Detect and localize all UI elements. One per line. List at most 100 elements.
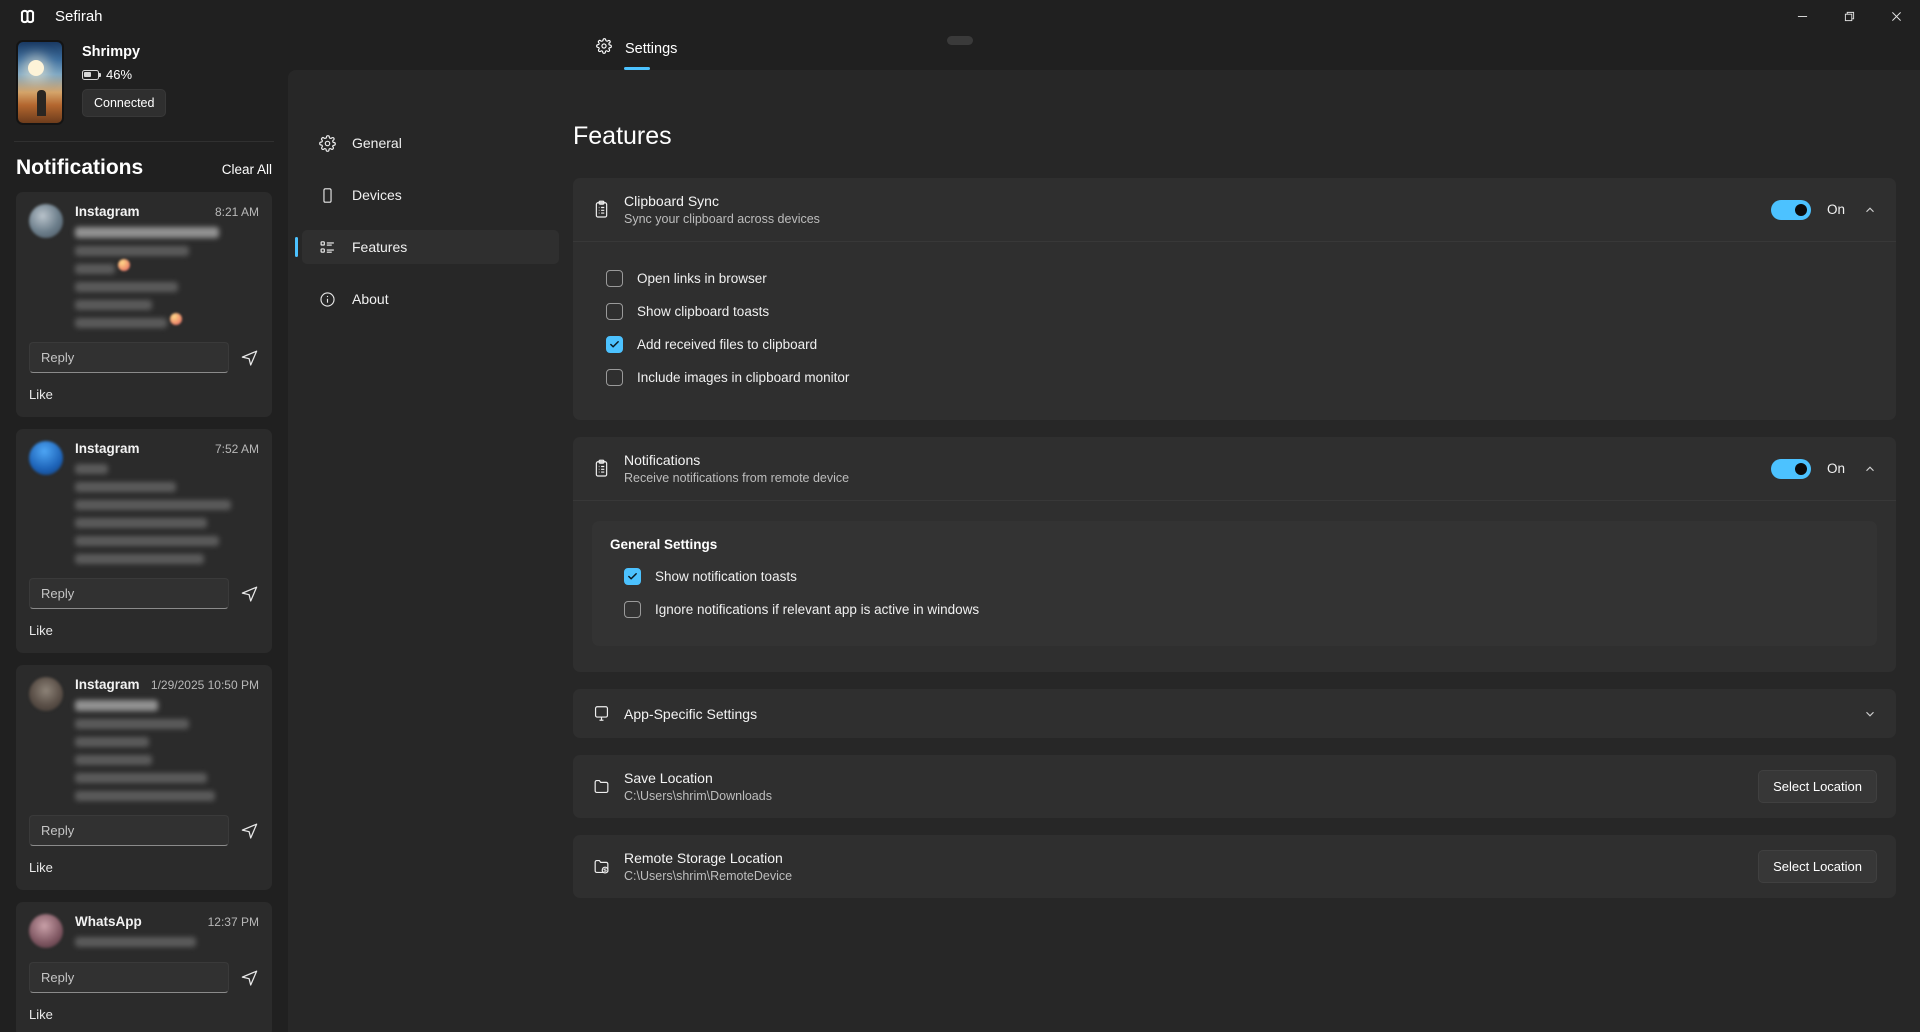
- sidebar-item-label: About: [352, 291, 389, 307]
- notification-message-line: [75, 791, 215, 802]
- reply-input[interactable]: [29, 578, 229, 610]
- notification-timestamp: 7:52 AM: [214, 442, 259, 457]
- checkbox-label: Ignore notifications if relevant app is …: [655, 602, 980, 617]
- clipboard-sync-subtitle: Sync your clipboard across devices: [624, 212, 820, 226]
- notification-message-line: [75, 318, 167, 329]
- notifications-feature-header[interactable]: Notifications Receive notifications from…: [573, 437, 1896, 500]
- save-location-select-button[interactable]: Select Location: [1758, 770, 1877, 803]
- avatar: [29, 204, 63, 238]
- gear-icon: [318, 134, 336, 152]
- checkbox-row[interactable]: Open links in browser: [592, 262, 1877, 295]
- remote-storage-location-path: C:\Users\shrim\RemoteDevice: [624, 869, 793, 883]
- sidebar-item-general[interactable]: General: [302, 126, 559, 160]
- emoji-icon: [170, 313, 182, 326]
- sidebar-item-features[interactable]: Features: [295, 230, 559, 264]
- device-name: Shrimpy: [82, 44, 141, 60]
- checkbox-icon[interactable]: [624, 601, 641, 618]
- clipboard-icon: [592, 459, 618, 478]
- tab-active-indicator: [623, 67, 650, 70]
- connection-status-badge[interactable]: Connected: [82, 89, 167, 117]
- like-button[interactable]: Like: [29, 860, 53, 875]
- chevron-up-icon[interactable]: [1863, 462, 1877, 476]
- reply-input[interactable]: [29, 342, 229, 374]
- notification-message-line: [75, 246, 190, 256]
- notifications-feature-title: Notifications: [624, 452, 701, 468]
- device-wallpaper-thumbnail: [16, 40, 64, 125]
- reply-input[interactable]: [29, 815, 229, 847]
- checkbox-row[interactable]: Add received files to clipboard: [592, 328, 1877, 361]
- clipboard-sync-title: Clipboard Sync: [624, 193, 719, 209]
- sidebar-item-label: Devices: [352, 187, 402, 203]
- checkbox-icon[interactable]: [606, 270, 623, 287]
- notifications-list[interactable]: Instagram 8:21 AM Like Instagram 7:52 AM Like…: [0, 192, 288, 1032]
- notification-message-line: [75, 700, 158, 712]
- send-icon[interactable]: [239, 347, 259, 369]
- left-panel: Shrimpy 46% Connected Notifications Clea…: [0, 32, 288, 1032]
- clear-all-button[interactable]: Clear All: [222, 162, 272, 177]
- settings-panel: General Devices Features About Features …: [288, 70, 1920, 1032]
- chevron-up-icon[interactable]: [1863, 203, 1877, 217]
- notification-message-line: [75, 282, 179, 293]
- remote-storage-location-title: Remote Storage Location: [624, 850, 783, 866]
- send-icon[interactable]: [239, 820, 259, 842]
- device-battery: 46%: [82, 67, 166, 82]
- sefirah-logo-icon: [18, 7, 37, 26]
- checkbox-checked-icon[interactable]: [606, 336, 623, 353]
- notification-card[interactable]: Instagram 8:21 AM Like: [16, 192, 272, 418]
- notification-message-line: [75, 737, 149, 748]
- clipboard-sync-header[interactable]: Clipboard Sync Sync your clipboard acros…: [573, 178, 1896, 241]
- notifications-feature-toggle-state: On: [1827, 461, 1846, 476]
- notification-card[interactable]: WhatsApp 12:37 PM Like: [16, 902, 272, 1032]
- notification-card[interactable]: Instagram 1/29/2025 10:50 PM Like: [16, 665, 272, 891]
- checkbox-icon[interactable]: [606, 369, 623, 386]
- sidebar-item-devices[interactable]: Devices: [302, 178, 559, 212]
- title-bar: Sefirah: [0, 0, 1920, 32]
- battery-icon: [82, 69, 102, 80]
- send-icon[interactable]: [239, 967, 259, 989]
- notification-app-name: WhatsApp: [75, 914, 142, 930]
- clipboard-sync-toggle[interactable]: [1771, 199, 1811, 220]
- settings-content: Features Clipboard Sync Sync your clipbo…: [573, 70, 1920, 1032]
- like-button[interactable]: Like: [29, 387, 53, 402]
- send-icon[interactable]: [239, 583, 259, 605]
- avatar: [29, 677, 63, 712]
- notification-message-line: [75, 518, 208, 529]
- notification-message-line: [75, 500, 232, 511]
- checkbox-icon[interactable]: [606, 303, 623, 320]
- notifications-feature-expanded: General Settings Show notification toast…: [573, 500, 1896, 672]
- window-drag-handle[interactable]: [947, 36, 973, 45]
- chevron-down-icon[interactable]: [1863, 707, 1877, 721]
- phone-icon: [318, 187, 336, 204]
- checkbox-row[interactable]: Show notification toasts: [610, 560, 1859, 593]
- sidebar-item-label: Features: [352, 239, 408, 255]
- notification-message-line: [75, 536, 219, 547]
- clipboard-sync-toggle-state: On: [1827, 202, 1846, 217]
- minimize-button[interactable]: [1779, 0, 1826, 32]
- like-button[interactable]: Like: [29, 1007, 53, 1022]
- tab-settings[interactable]: Settings: [596, 38, 677, 70]
- remote-storage-select-button[interactable]: Select Location: [1758, 850, 1877, 883]
- battery-percent: 46%: [106, 67, 133, 82]
- sidebar-item-about[interactable]: About: [302, 282, 559, 316]
- maximize-button[interactable]: [1826, 0, 1873, 32]
- avatar: [29, 914, 63, 949]
- checkbox-label: Show clipboard toasts: [637, 304, 770, 319]
- checkbox-row[interactable]: Include images in clipboard monitor: [592, 361, 1877, 394]
- checkbox-checked-icon[interactable]: [624, 568, 641, 585]
- avatar: [29, 441, 63, 476]
- tab-settings-label: Settings: [625, 40, 678, 57]
- notification-card[interactable]: Instagram 7:52 AM Like: [16, 429, 272, 654]
- checkbox-label: Add received files to clipboard: [637, 337, 818, 352]
- checkbox-label: Include images in clipboard monitor: [637, 370, 850, 385]
- checkbox-row[interactable]: Show clipboard toasts: [592, 295, 1877, 328]
- notifications-feature-subtitle: Receive notifications from remote device: [624, 471, 850, 485]
- page-title: Features: [573, 122, 672, 150]
- window-controls: [1779, 0, 1920, 32]
- checkbox-row[interactable]: Ignore notifications if relevant app is …: [610, 593, 1859, 626]
- app-specific-settings-row[interactable]: App-Specific Settings: [573, 689, 1896, 738]
- close-button[interactable]: [1873, 0, 1920, 32]
- like-button[interactable]: Like: [29, 623, 53, 638]
- clipboard-icon: [592, 200, 618, 219]
- reply-input[interactable]: [29, 962, 229, 994]
- notifications-feature-toggle[interactable]: [1771, 458, 1811, 479]
